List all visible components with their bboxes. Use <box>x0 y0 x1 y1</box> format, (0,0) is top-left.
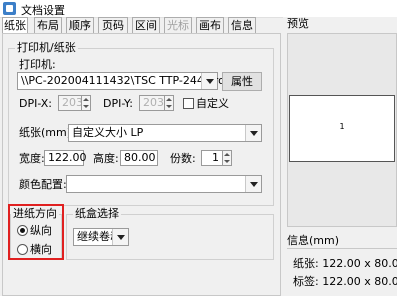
custom-dpi-checkbox[interactable] <box>183 98 194 109</box>
window-title: 文档设置 <box>21 4 65 17</box>
properties-button[interactable]: 属性 <box>222 72 262 91</box>
tray-group-title: 纸盒选择 <box>73 207 121 221</box>
printer-select[interactable]: \\PC-202004111432\TSC TTP-244 Pro <box>17 72 225 90</box>
width-label: 宽度: <box>19 152 45 165</box>
height-label: 高度: <box>93 152 119 165</box>
copies-label: 份数: <box>170 152 196 165</box>
copies-input[interactable]: 1 <box>201 150 223 166</box>
color-config-label: 颜色配置: <box>19 178 67 191</box>
height-input[interactable]: 80.00 <box>120 150 158 166</box>
tab-layout[interactable]: 布局 <box>34 17 62 34</box>
tab-range[interactable]: 区间 <box>132 17 160 34</box>
info-label-size: 标签: 122.00 x 80.00 <box>293 275 397 288</box>
info-divider <box>287 248 397 249</box>
info-title: 信息(mm) <box>287 234 340 247</box>
title-bar: 文档设置 <box>0 0 397 18</box>
dpi-x-field: 203 <box>58 95 83 111</box>
chevron-down-icon <box>245 176 261 192</box>
copies-spinner[interactable] <box>222 150 232 166</box>
spin-up-icon <box>166 98 172 101</box>
chevron-down-icon <box>112 229 128 245</box>
info-paper-size: 纸张: 122.00 x 80.00 <box>293 257 397 270</box>
custom-dpi-label: 自定义 <box>196 97 229 110</box>
printer-label: 打印机: <box>19 58 56 71</box>
dpi-y-label: DPI-Y: <box>103 97 133 110</box>
preview-page: 1 <box>289 95 395 162</box>
chevron-down-icon <box>201 73 217 89</box>
spin-down-icon <box>166 105 172 108</box>
dpi-x-spinner <box>81 95 91 111</box>
printer-group-title: 打印机/纸张 <box>15 41 78 55</box>
tab-canvas[interactable]: 画布 <box>196 17 224 34</box>
paper-size-label: 纸张(mm): <box>19 126 75 139</box>
width-input[interactable]: 122.00 <box>44 150 87 166</box>
preview-title: 预览 <box>287 17 309 30</box>
paper-size-value: 自定义大小 LP <box>72 126 144 139</box>
dpi-x-label: DPI-X: <box>19 97 53 110</box>
dpi-y-spinner <box>164 95 174 111</box>
spin-down-icon <box>83 105 89 108</box>
tab-page-number[interactable]: 页码 <box>98 17 128 34</box>
spin-down-icon <box>224 160 230 163</box>
tab-info[interactable]: 信息 <box>228 17 256 34</box>
spin-up-icon <box>224 153 230 156</box>
highlight-box <box>8 204 64 260</box>
printer-value: \\PC-202004111432\TSC TTP-244 Pro <box>21 74 225 87</box>
chevron-down-icon <box>245 125 261 141</box>
spin-up-icon <box>83 98 89 101</box>
dpi-y-field: 203 <box>139 95 165 111</box>
app-icon <box>3 2 16 15</box>
color-config-select[interactable] <box>66 175 262 193</box>
tray-select[interactable]: 继续卷动 <box>73 228 129 246</box>
tab-order[interactable]: 顺序 <box>66 17 94 34</box>
paper-size-select[interactable]: 自定义大小 LP <box>68 124 262 142</box>
tab-cursor: 光标 <box>164 17 192 34</box>
preview-page-number: 1 <box>339 122 345 131</box>
